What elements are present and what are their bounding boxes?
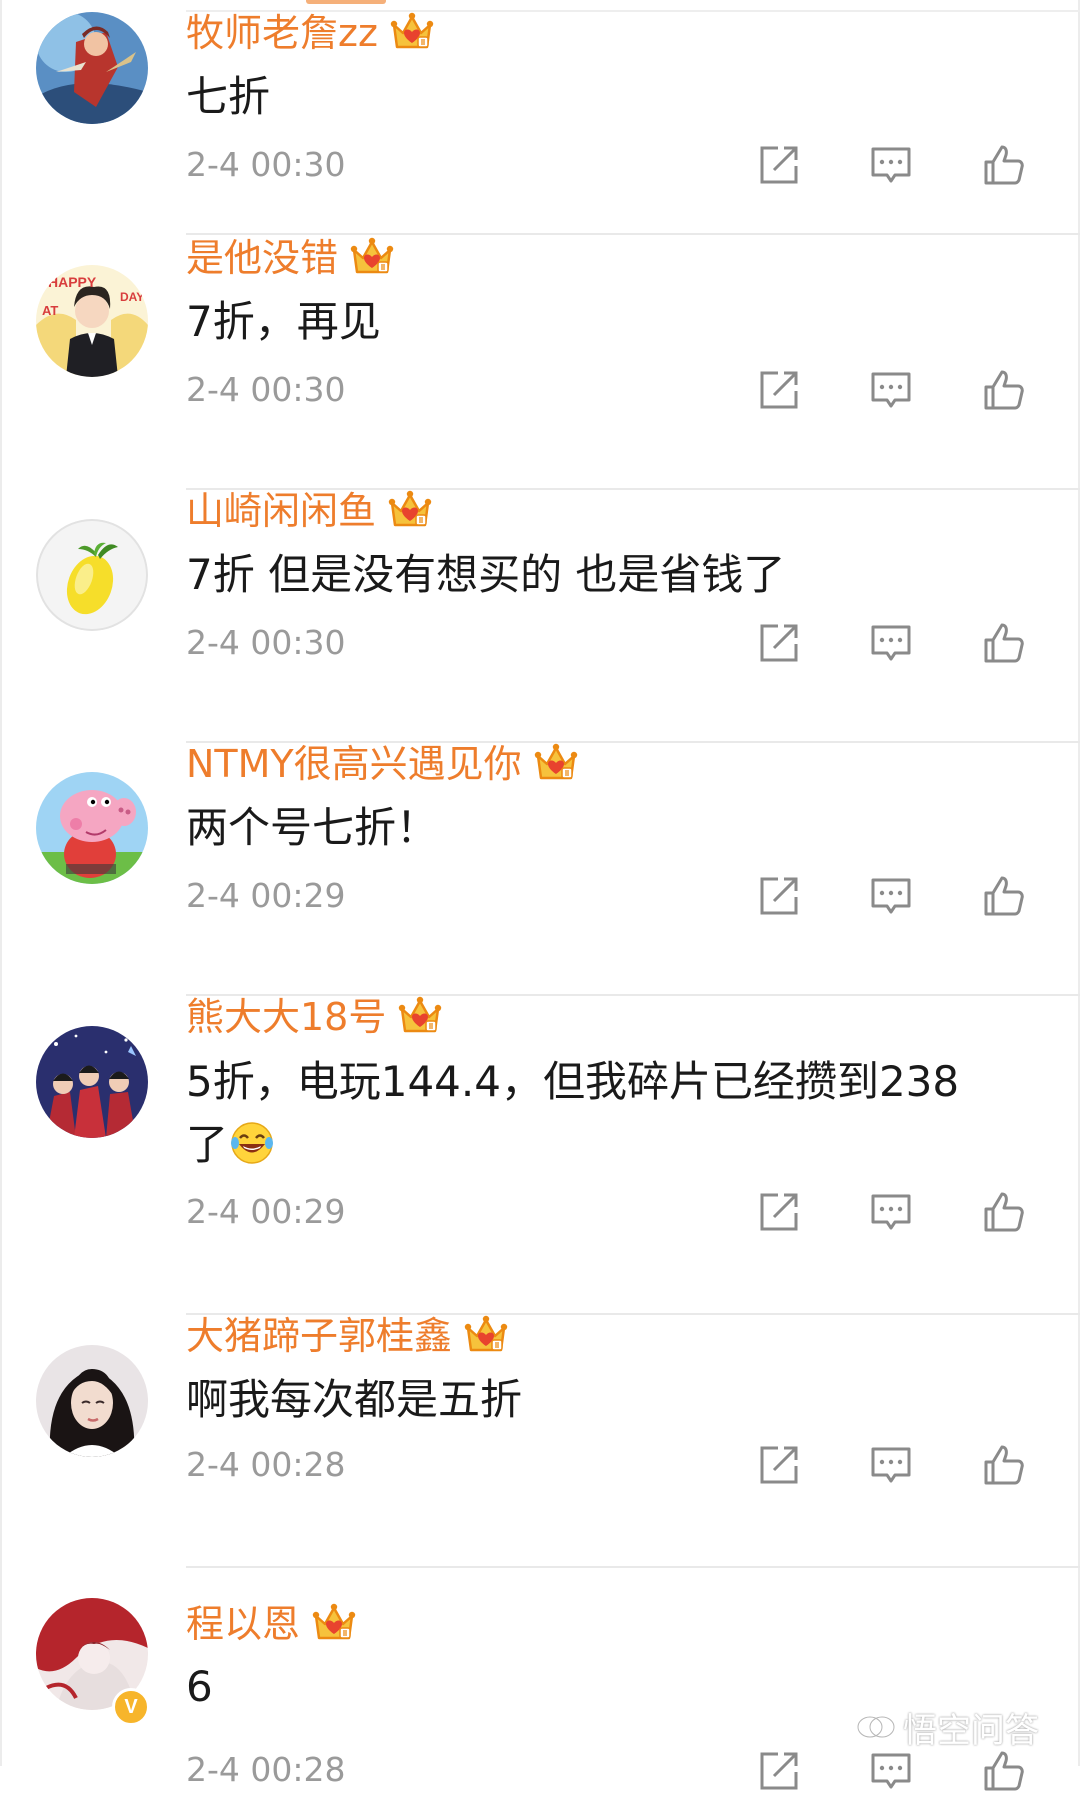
comment-text: 两个号七折！: [186, 803, 439, 852]
username[interactable]: 程以恩: [186, 1599, 300, 1649]
comment-divider: [186, 1566, 1080, 1568]
comment-time: 2-4 00:29: [186, 1192, 346, 1231]
svg-text:HAPPY: HAPPY: [48, 274, 97, 290]
username[interactable]: 大猪蹄子郭桂鑫: [186, 1311, 452, 1361]
watermark: 悟空问答: [855, 1702, 1039, 1752]
watermark-logo-icon: [856, 1715, 896, 1739]
svg-text:DAY: DAY: [120, 290, 144, 304]
comment-icon[interactable]: [868, 1748, 914, 1794]
user-avatar[interactable]: [36, 519, 148, 631]
comment-icon[interactable]: [868, 1442, 914, 1488]
username-row: 山崎闲闲鱼: [186, 486, 432, 536]
crown-badge-icon: [534, 742, 578, 786]
comment-icon[interactable]: [868, 620, 914, 666]
comment-time: 2-4 00:30: [186, 370, 346, 409]
username-row: 熊大大18号: [186, 992, 442, 1042]
watermark-text: 悟空问答: [903, 1710, 1039, 1751]
comment-icon[interactable]: [868, 142, 914, 188]
comment-text-line1: 5折，电玩144.4，但我碎片已经攒到238: [186, 1057, 960, 1106]
comment-icon[interactable]: [868, 1189, 914, 1235]
username-row: 是他没错: [186, 233, 394, 283]
comment-icon[interactable]: [868, 873, 914, 919]
comment-time: 2-4 00:28: [186, 1445, 346, 1484]
comment-time: 2-4 00:30: [186, 623, 346, 662]
username-row: 牧师老詹zz: [186, 8, 434, 58]
verified-v-badge: V: [112, 1688, 150, 1726]
username[interactable]: 熊大大18号: [186, 992, 386, 1042]
username-row: 大猪蹄子郭桂鑫: [186, 1311, 508, 1361]
crown-badge-icon: [464, 1314, 508, 1358]
comment-text: 啊我每次都是五折: [186, 1375, 523, 1424]
thumbs-up-icon[interactable]: [980, 1189, 1026, 1235]
comment-text: 七折: [186, 72, 271, 121]
share-icon[interactable]: [756, 142, 802, 188]
verified-badge-label: V: [124, 1696, 138, 1718]
username[interactable]: NTMY很高兴遇见你: [186, 739, 522, 789]
user-avatar[interactable]: [36, 12, 148, 124]
thumbs-up-icon[interactable]: [980, 367, 1026, 413]
username[interactable]: 是他没错: [186, 233, 338, 283]
top-tab-indicator: [306, 0, 386, 4]
crown-badge-icon: [350, 236, 394, 280]
comment-icon[interactable]: [868, 367, 914, 413]
share-icon[interactable]: [756, 1748, 802, 1794]
username[interactable]: 山崎闲闲鱼: [186, 486, 376, 536]
comment-text: 7折 但是没有想买的 也是省钱了: [186, 550, 786, 599]
thumbs-up-icon[interactable]: [980, 1442, 1026, 1488]
user-avatar[interactable]: [36, 772, 148, 884]
crown-badge-icon: [388, 489, 432, 533]
username-row: NTMY很高兴遇见你: [186, 739, 578, 789]
share-icon[interactable]: [756, 367, 802, 413]
thumbs-up-icon[interactable]: [980, 1748, 1026, 1794]
comment-time: 2-4 00:28: [186, 1750, 346, 1789]
crown-badge-icon: [312, 1602, 356, 1646]
share-icon[interactable]: [756, 620, 802, 666]
comment-text-line2: 了: [186, 1120, 229, 1169]
page-edge-left: [0, 0, 2, 1766]
comment-time: 2-4 00:29: [186, 876, 346, 915]
username[interactable]: 牧师老詹zz: [186, 8, 378, 58]
share-icon[interactable]: [756, 1189, 802, 1235]
comment-time: 2-4 00:30: [186, 145, 346, 184]
user-avatar[interactable]: HAPPY AT DAY: [36, 265, 148, 377]
crown-badge-icon: [390, 11, 434, 55]
user-avatar[interactable]: [36, 1026, 148, 1138]
crown-badge-icon: [398, 995, 442, 1039]
username-row: 程以恩: [186, 1599, 356, 1649]
comment-text: 5折，电玩144.4，但我碎片已经攒到238 了: [186, 1050, 1046, 1176]
share-icon[interactable]: [756, 873, 802, 919]
thumbs-up-icon[interactable]: [980, 142, 1026, 188]
comment-text: 7折，再见: [186, 297, 381, 346]
thumbs-up-icon[interactable]: [980, 873, 1026, 919]
thumbs-up-icon[interactable]: [980, 620, 1026, 666]
laughing-tears-emoji-icon: [230, 1121, 274, 1165]
user-avatar[interactable]: [36, 1345, 148, 1457]
share-icon[interactable]: [756, 1442, 802, 1488]
svg-text:AT: AT: [42, 303, 58, 318]
